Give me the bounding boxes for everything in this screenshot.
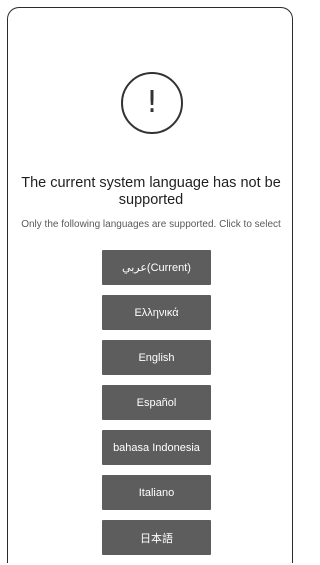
language-button-arabic[interactable]: عربي(Current) (102, 250, 211, 285)
language-list: عربي(Current) Ελληνικά English Español b… (102, 250, 211, 565)
language-button-greek[interactable]: Ελληνικά (102, 295, 211, 330)
language-button-english[interactable]: English (102, 340, 211, 375)
language-dialog: ! The current system language has not be… (7, 7, 293, 563)
dialog-title: The current system language has not be s… (21, 175, 281, 208)
exclamation-mark: ! (145, 85, 159, 120)
language-button-spanish[interactable]: Español (102, 385, 211, 420)
language-button-indonesian[interactable]: bahasa Indonesia (102, 430, 211, 465)
language-button-japanese[interactable]: 日本語 (102, 520, 211, 555)
language-button-italian[interactable]: Italiano (102, 475, 211, 510)
exclamation-circle-icon: ! (121, 72, 183, 134)
dialog-subtitle: Only the following languages are support… (21, 219, 281, 230)
